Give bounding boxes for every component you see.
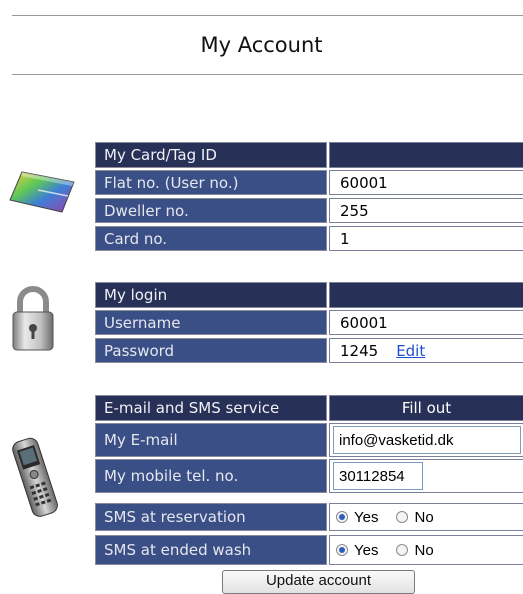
email-label: My E-mail bbox=[95, 423, 327, 457]
email-input[interactable] bbox=[333, 426, 521, 454]
table-row: Card no. 1 bbox=[95, 226, 523, 251]
sms-ended-yes-radio[interactable] bbox=[336, 544, 348, 556]
card-no-label: Card no. bbox=[95, 226, 327, 251]
username-label: Username bbox=[95, 310, 327, 335]
email-cell bbox=[329, 423, 523, 457]
sms-reservation-no-label: No bbox=[414, 508, 434, 526]
card-tag-section: My Card/Tag ID Flat no. (User no.) 60001… bbox=[95, 142, 523, 252]
table-row: Password 1245 Edit bbox=[95, 338, 523, 363]
password-value: 1245 bbox=[340, 341, 379, 360]
card-icon bbox=[8, 166, 78, 216]
username-value: 60001 bbox=[329, 310, 523, 335]
table-row: My mobile tel. no. bbox=[95, 459, 523, 493]
title-divider bbox=[12, 74, 523, 75]
sms-reservation-yes-radio[interactable] bbox=[336, 511, 348, 523]
login-section-header: My login bbox=[95, 282, 523, 308]
card-section-header: My Card/Tag ID bbox=[95, 142, 523, 168]
sms-ended-no-radio[interactable] bbox=[396, 544, 409, 556]
password-label: Password bbox=[95, 338, 327, 363]
table-row: Flat no. (User no.) 60001 bbox=[95, 170, 523, 195]
password-cell: 1245 Edit bbox=[329, 338, 523, 363]
email-sms-section-header: E-mail and SMS service Fill out bbox=[95, 395, 523, 421]
sms-ended-yes-label: Yes bbox=[354, 541, 379, 559]
table-row: Username 60001 bbox=[95, 310, 523, 335]
card-section-title: My Card/Tag ID bbox=[95, 142, 327, 168]
mobile-phone-icon bbox=[10, 434, 62, 520]
mobile-label: My mobile tel. no. bbox=[95, 459, 327, 493]
email-sms-section-title: E-mail and SMS service bbox=[95, 395, 327, 421]
sms-ended-cell: Yes No bbox=[329, 535, 523, 565]
top-divider bbox=[12, 15, 523, 16]
login-section-header-value bbox=[329, 282, 523, 308]
dweller-no-label: Dweller no. bbox=[95, 198, 327, 223]
padlock-icon bbox=[10, 284, 56, 352]
sms-reservation-yes-label: Yes bbox=[354, 508, 379, 526]
dweller-no-value: 255 bbox=[329, 198, 523, 223]
update-account-button[interactable]: Update account bbox=[222, 570, 415, 594]
table-row: Dweller no. 255 bbox=[95, 198, 523, 223]
sms-ended-label: SMS at ended wash bbox=[95, 535, 327, 565]
fill-out-header: Fill out bbox=[329, 395, 523, 421]
sms-ended-no-label: No bbox=[414, 541, 434, 559]
table-row: SMS at reservation Yes No bbox=[95, 503, 523, 531]
sms-reservation-no-radio[interactable] bbox=[396, 511, 409, 523]
sms-reservation-cell: Yes No bbox=[329, 503, 523, 531]
email-sms-section: E-mail and SMS service Fill out My E-mai… bbox=[95, 395, 523, 565]
edit-password-link[interactable]: Edit bbox=[396, 342, 425, 360]
card-section-header-value bbox=[329, 142, 523, 168]
mobile-cell bbox=[329, 459, 523, 493]
mobile-input[interactable] bbox=[333, 462, 423, 490]
flat-no-label: Flat no. (User no.) bbox=[95, 170, 327, 195]
card-no-value: 1 bbox=[329, 226, 523, 251]
table-row: My E-mail bbox=[95, 423, 523, 457]
flat-no-value: 60001 bbox=[329, 170, 523, 195]
sms-reservation-label: SMS at reservation bbox=[95, 503, 327, 531]
page-title: My Account bbox=[200, 33, 323, 57]
login-section: My login Username 60001 Password 1245 Ed… bbox=[95, 282, 523, 366]
table-row: SMS at ended wash Yes No bbox=[95, 535, 523, 565]
login-section-title: My login bbox=[95, 282, 327, 308]
